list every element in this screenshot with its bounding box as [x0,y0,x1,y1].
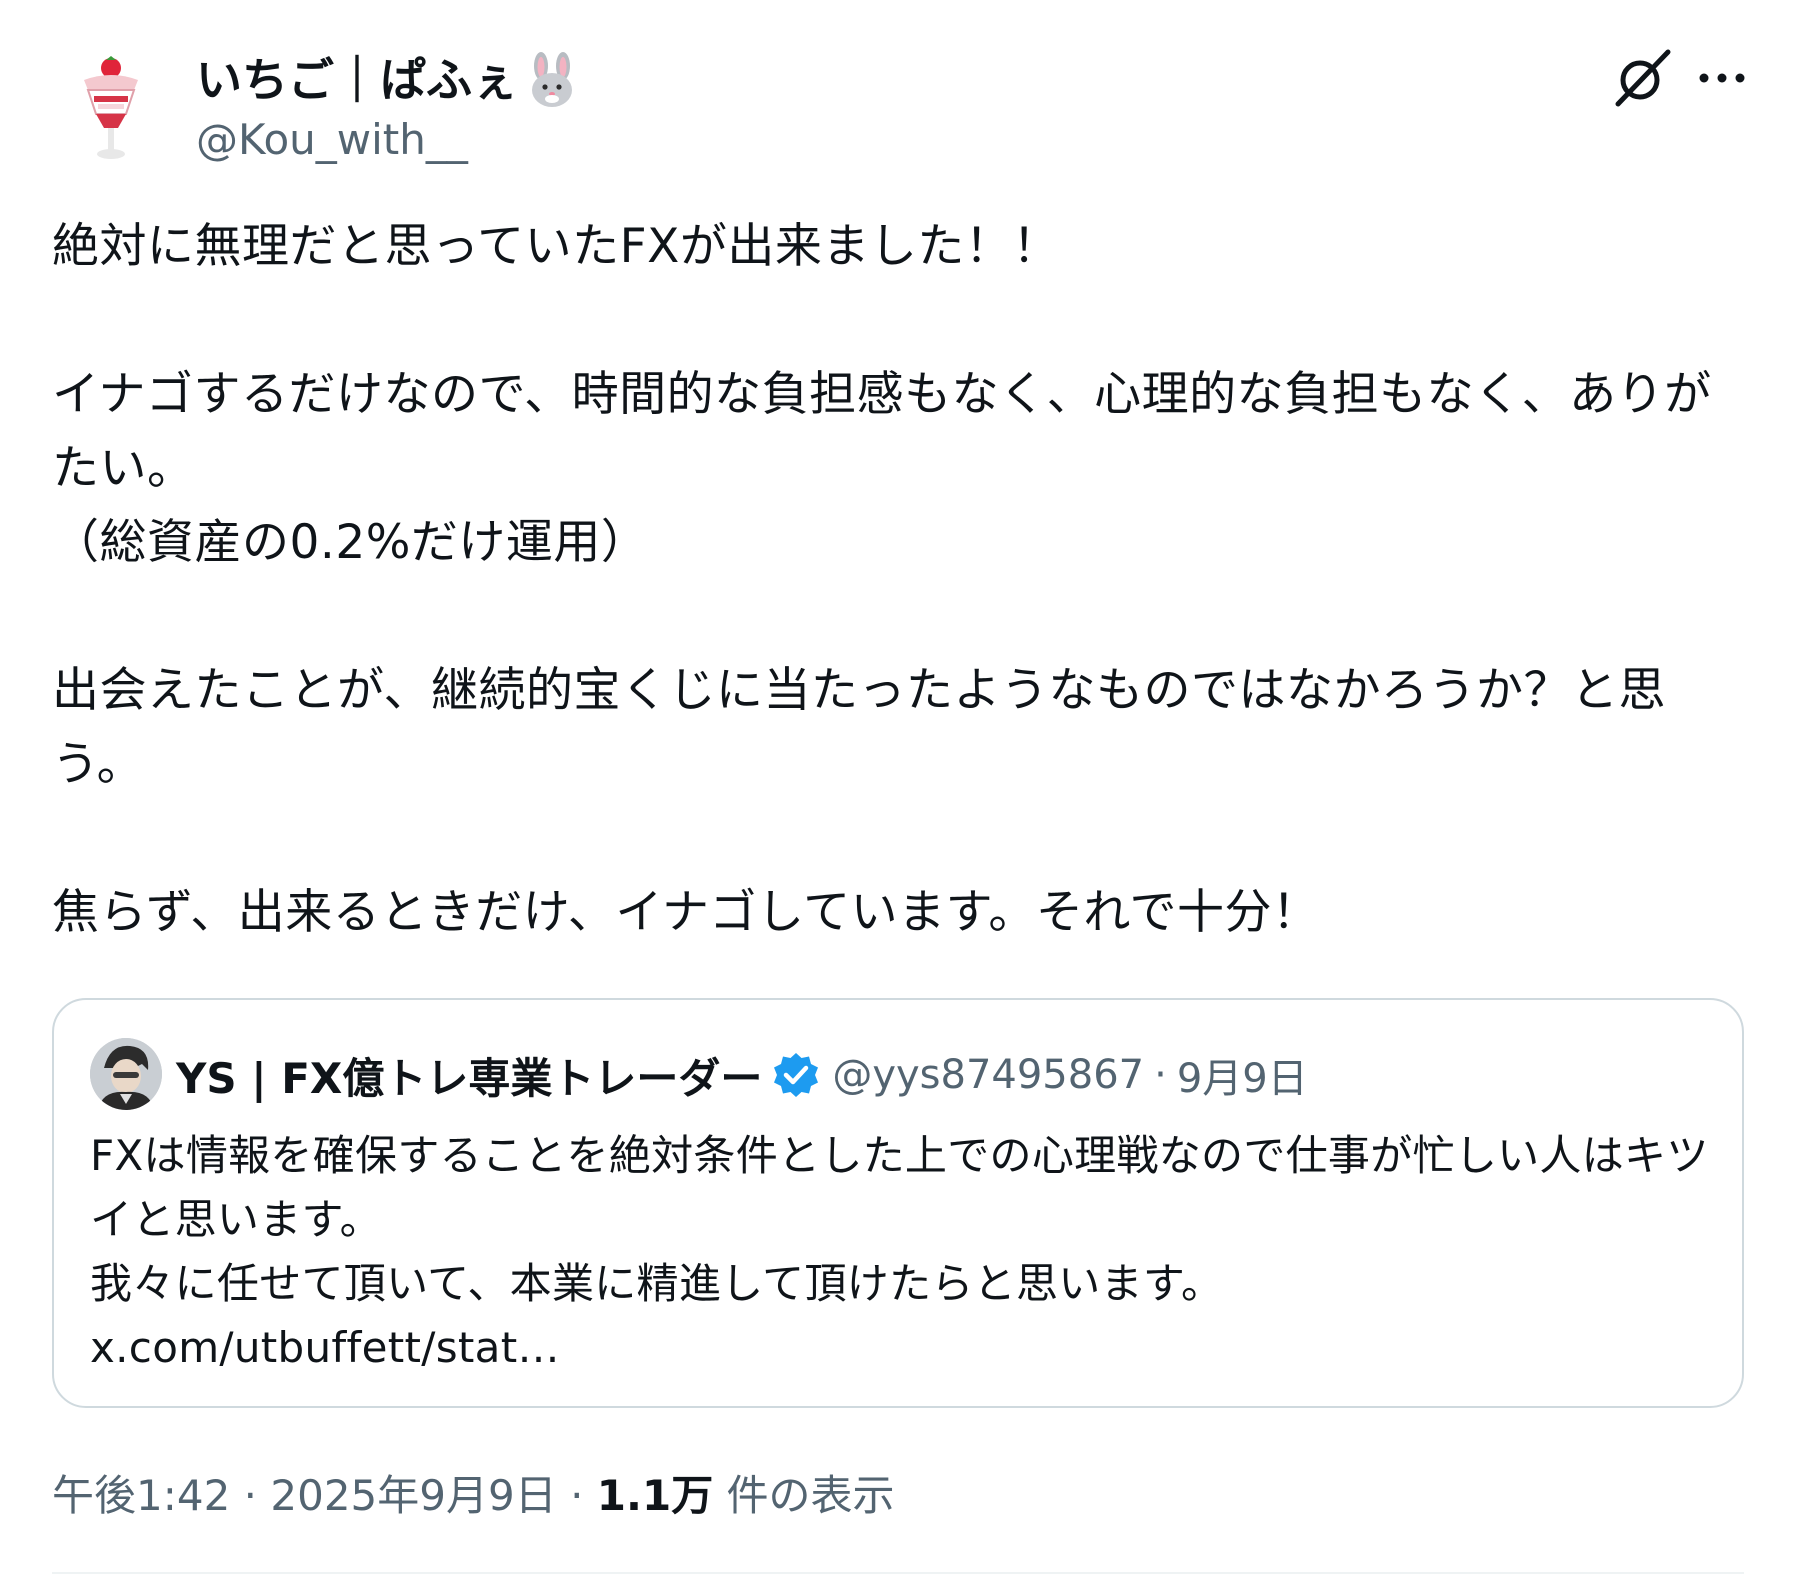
views-label: 件の表示 [713,1471,895,1520]
post-date[interactable]: 2025年9月9日 [270,1471,556,1520]
views-count: 1.1万 [596,1471,714,1520]
quote-line: FXは情報を確保することを絶対条件とした上での心理戦なので仕事が忙しい人はキツイ… [90,1131,1709,1244]
post-line: イナゴするだけなので、時間的な負担感もなく、心理的な負担もなく、ありがたい。 [52,367,1712,496]
post-line: 絶対に無理だと思っていたFXが出来ました！！ [52,219,1060,274]
verified-badge-icon [772,1051,820,1099]
author-display-name[interactable]: いちご｜ぱふぇ [196,48,578,112]
post-meta: 午後1:42 · 2025年9月9日 · 1.1万 件の表示 [52,1464,895,1528]
author-name-text: いちご｜ぱふぇ [196,53,518,107]
divider [52,1572,1744,1574]
quote-text: FXは情報を確保することを絶対条件とした上での心理戦なので仕事が忙しい人はキツイ… [90,1124,1710,1380]
quote-display-name[interactable]: YS | FX億トレ専業トレーダー [176,1045,762,1106]
post-line: （総資産の0.2%だけ運用） [52,515,649,570]
post-time[interactable]: 午後1:42 [52,1471,230,1520]
quote-header: YS | FX億トレ専業トレーダー @yys87495867 · 9月9日 [176,1040,1308,1110]
author-handle[interactable]: @Kou_with__ [196,112,468,168]
meta-separator: · [556,1471,597,1520]
strawberry-parfait-icon[interactable] [78,56,144,166]
more-icon[interactable] [1694,58,1750,98]
post-line: 出会えたことが、継続的宝くじに当たったようなものではなかろうか？と思う。 [52,663,1667,792]
quoted-tweet[interactable]: YS | FX億トレ専業トレーダー @yys87495867 · 9月9日 FX… [52,998,1744,1408]
meta-separator: · [230,1471,271,1520]
quote-handle[interactable]: @yys87495867 [832,1052,1144,1098]
quote-date[interactable]: 9月9日 [1177,1046,1308,1104]
quote-separator: · [1154,1052,1167,1098]
quote-line: 我々に任せて頂いて、本業に精進して頂けたらと思います。 [90,1259,1224,1308]
post-text: 絶対に無理だと思っていたFXが出来ました！！ イナゴするだけなので、時間的な負担… [52,210,1752,950]
tweet: いちご｜ぱふぇ @Kou_with__ 絶対に無理だと思っていたFXが出来ました… [0,0,1798,1576]
grok-icon[interactable] [1612,48,1672,108]
rabbit-face-icon [526,52,578,108]
post-line: 焦らず、出来るときだけ、イナゴしています。それで十分！ [52,885,1320,940]
quote-avatar[interactable] [90,1038,162,1110]
quote-link[interactable]: x.com/utbuffett/stat… [90,1316,1710,1380]
